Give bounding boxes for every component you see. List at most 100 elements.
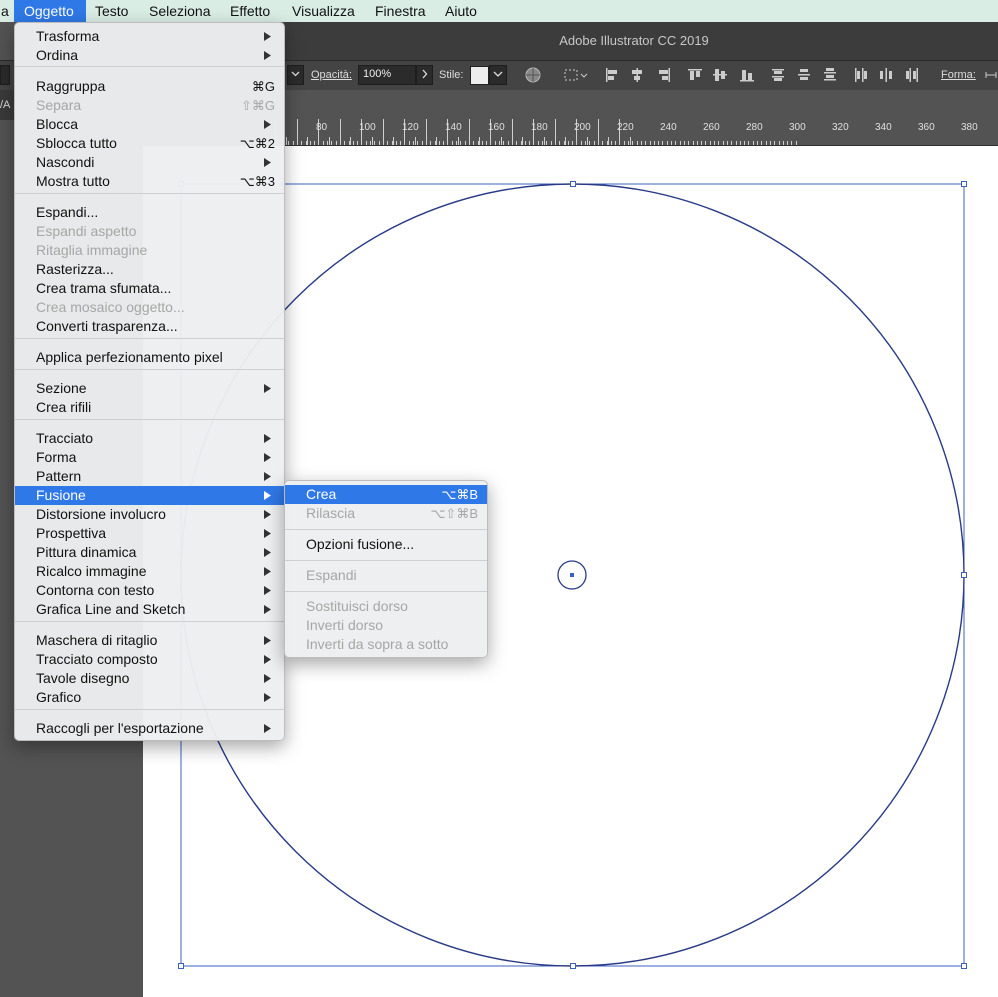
style-dropdown[interactable] xyxy=(489,65,507,85)
distribute-top-icon[interactable] xyxy=(771,66,785,84)
window-title-bar: Adobe Illustrator CC 2019 xyxy=(284,22,998,60)
menubar-item-testo[interactable]: Testo xyxy=(95,0,128,22)
menu-item-blocca[interactable]: Blocca xyxy=(15,115,284,134)
ruler-minor-tick xyxy=(585,141,586,145)
menu-separator xyxy=(15,419,284,420)
menu-item-raggruppa[interactable]: Raggruppa ⌘G xyxy=(15,77,284,96)
ruler-minor-tick xyxy=(361,141,362,145)
align-center-horizontal-icon[interactable] xyxy=(630,66,644,84)
handle-bottom-center[interactable] xyxy=(570,963,576,969)
ruler-minor-tick xyxy=(594,141,595,145)
menu-item-grafica-line-and-sketch[interactable]: Grafica Line and Sketch xyxy=(15,600,284,619)
menu-item-fusione[interactable]: Fusione xyxy=(15,486,284,505)
menu-item-ordina[interactable]: Ordina xyxy=(15,46,284,65)
menu-item-sezione[interactable]: Sezione xyxy=(15,379,284,398)
menu-item-espandi[interactable]: Espandi... xyxy=(15,203,284,222)
menubar-item-visualizza[interactable]: Visualizza xyxy=(292,0,355,22)
menu-item-ricalco-immagine[interactable]: Ricalco immagine xyxy=(15,562,284,581)
submenu-item-crea[interactable]: Crea ⌥⌘B xyxy=(285,485,487,504)
handle-bottom-left[interactable] xyxy=(178,963,184,969)
menu-item-mostra-tutto[interactable]: Mostra tutto ⌥⌘3 xyxy=(15,172,284,191)
ruler-label: 140 xyxy=(445,122,462,133)
handle-bottom-right[interactable] xyxy=(961,963,967,969)
ruler-tick xyxy=(587,137,588,145)
ruler-minor-tick xyxy=(349,141,350,145)
ruler-minor-tick xyxy=(658,141,659,145)
menu-item-tracciato[interactable]: Tracciato xyxy=(15,429,284,448)
submenu-item-opzioni-fusione[interactable]: Opzioni fusione... xyxy=(285,535,487,554)
blend-mode-dropdown[interactable] xyxy=(287,65,304,85)
submenu-arrow-icon xyxy=(264,491,271,500)
menu-item-label: Inverti dorso xyxy=(306,617,384,633)
align-right-icon[interactable] xyxy=(657,66,671,84)
ruler-minor-tick xyxy=(396,141,397,145)
style-swatch[interactable] xyxy=(470,66,489,85)
menu-item-crea-rifili[interactable]: Crea rifili xyxy=(15,398,284,417)
menu-item-trasforma[interactable]: Trasforma xyxy=(15,27,284,46)
align-top-icon[interactable] xyxy=(688,66,702,84)
handle-middle-right[interactable] xyxy=(961,572,967,578)
ruler-minor-tick xyxy=(654,141,655,145)
ruler-minor-tick xyxy=(701,141,702,145)
shape-width-icon[interactable] xyxy=(984,66,998,84)
handle-top-right[interactable] xyxy=(961,181,967,187)
menu-item-converti-trasparenza[interactable]: Converti trasparenza... xyxy=(15,317,284,336)
menu-item-applica-perfezionamento-pixel[interactable]: Applica perfezionamento pixel xyxy=(15,348,284,367)
document-tab[interactable]: /A xyxy=(0,99,10,111)
ruler-minor-tick xyxy=(731,141,732,145)
distribute-center-horizontal-icon[interactable] xyxy=(879,66,893,84)
menu-item-label: Crea trama sfumata... xyxy=(36,280,172,296)
distribute-bottom-icon[interactable] xyxy=(823,66,837,84)
menubar-item-aiuto[interactable]: Aiuto xyxy=(445,0,477,22)
menu-item-forma[interactable]: Forma xyxy=(15,448,284,467)
align-bottom-icon[interactable] xyxy=(740,66,754,84)
menu-item-label: Crea rifili xyxy=(36,399,92,415)
menubar-item-finestra[interactable]: Finestra xyxy=(375,0,426,22)
horizontal-ruler[interactable]: 80 100 120 140 160 180 200 220 240 260 280 300 320 34… xyxy=(275,119,998,146)
shape-label: Forma: xyxy=(941,69,976,81)
ruler-minor-tick xyxy=(473,141,474,145)
ruler-minor-tick xyxy=(512,141,513,145)
menu-item-distorsione-involucro[interactable]: Distorsione involucro xyxy=(15,505,284,524)
ruler-minor-tick xyxy=(667,141,668,145)
menu-item-pittura-dinamica[interactable]: Pittura dinamica xyxy=(15,543,284,562)
ruler-tick xyxy=(458,137,459,145)
recolor-icon[interactable] xyxy=(524,66,542,84)
menu-item-prospettiva[interactable]: Prospettiva xyxy=(15,524,284,543)
menu-item-rasterizza[interactable]: Rasterizza... xyxy=(15,260,284,279)
align-left-icon[interactable] xyxy=(605,66,619,84)
menubar-item-seleziona[interactable]: Seleziona xyxy=(149,0,211,22)
menu-item-shortcut: ⌥⌘2 xyxy=(239,136,275,151)
ruler-minor-tick xyxy=(748,141,749,145)
submenu-arrow-icon xyxy=(264,636,271,645)
menu-item-pattern[interactable]: Pattern xyxy=(15,467,284,486)
menu-item-tavole-disegno[interactable]: Tavole disegno xyxy=(15,669,284,688)
ruler-tick xyxy=(436,137,437,145)
opacity-input[interactable]: 100% xyxy=(358,65,416,85)
menu-item-nascondi[interactable]: Nascondi xyxy=(15,153,284,172)
opacity-stepper[interactable] xyxy=(416,65,433,85)
menubar-item-oggetto[interactable]: Oggetto xyxy=(14,0,86,22)
menu-item-contorna-con-testo[interactable]: Contorna con testo xyxy=(15,581,284,600)
menu-item-shortcut: ⌥⌘B xyxy=(441,487,478,502)
align-to-selection-icon[interactable] xyxy=(563,66,589,84)
menu-item-crea-trama-sfumata[interactable]: Crea trama sfumata... xyxy=(15,279,284,298)
stroke-selector[interactable] xyxy=(0,65,10,85)
distribute-left-icon[interactable] xyxy=(853,66,867,84)
menu-item-tracciato-composto[interactable]: Tracciato composto xyxy=(15,650,284,669)
menu-item-shortcut: ⌥⌘3 xyxy=(239,174,275,189)
menu-item-grafico[interactable]: Grafico xyxy=(15,688,284,707)
menu-item-raccogli-per-l-esportazione[interactable]: Raccogli per l'esportazione xyxy=(15,719,284,738)
handle-top-center[interactable] xyxy=(570,181,576,187)
ruler-minor-tick xyxy=(417,141,418,145)
menubar-item-file[interactable]: a xyxy=(0,0,12,22)
ruler-minor-tick xyxy=(404,141,405,145)
menu-item-maschera-di-ritaglio[interactable]: Maschera di ritaglio xyxy=(15,631,284,650)
align-center-vertical-icon[interactable] xyxy=(713,66,727,84)
distribute-center-vertical-icon[interactable] xyxy=(797,66,811,84)
distribute-right-icon[interactable] xyxy=(905,66,919,84)
submenu-arrow-icon xyxy=(264,586,271,595)
menu-item-label: Maschera di ritaglio xyxy=(36,632,158,648)
menubar-item-effetto[interactable]: Effetto xyxy=(230,0,270,22)
menu-item-sblocca-tutto[interactable]: Sblocca tutto ⌥⌘2 xyxy=(15,134,284,153)
